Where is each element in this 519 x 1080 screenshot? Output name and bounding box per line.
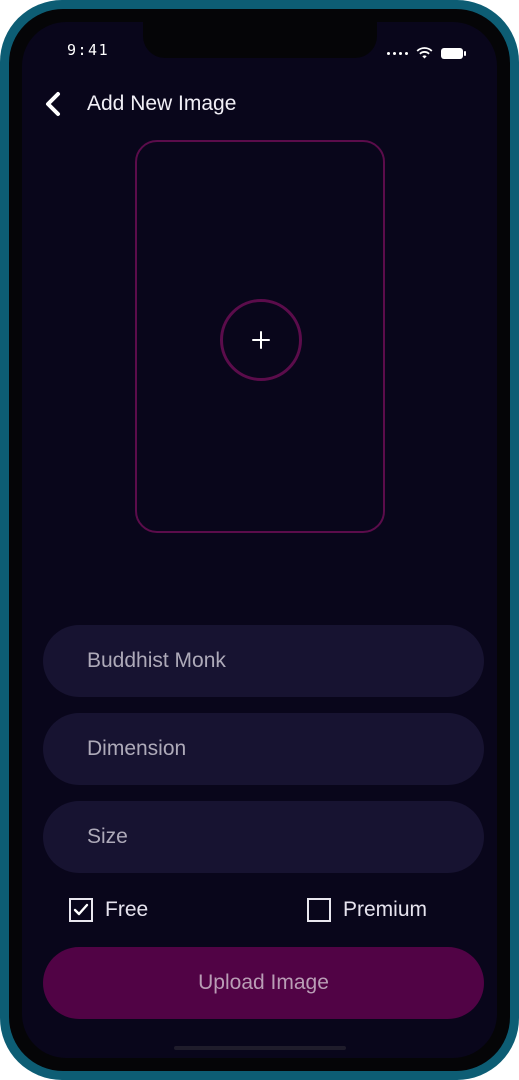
- image-picker-area[interactable]: [135, 140, 385, 533]
- size-field[interactable]: [43, 801, 484, 873]
- page-title: Add New Image: [87, 92, 237, 115]
- chevron-left-icon: [46, 92, 60, 116]
- signal-icon: [387, 52, 408, 55]
- plus-icon: [252, 331, 270, 349]
- free-option[interactable]: Free: [69, 898, 148, 922]
- add-image-button[interactable]: [220, 299, 302, 381]
- free-checkbox[interactable]: [69, 898, 93, 922]
- free-label: Free: [105, 898, 149, 921]
- status-time: 9:41: [67, 41, 110, 59]
- app-screen: 9:41 Add New Image Buddhist Monk Dimensi…: [22, 22, 497, 1058]
- home-indicator: [174, 1046, 346, 1050]
- premium-label: Premium: [343, 898, 428, 921]
- premium-option[interactable]: Premium: [307, 898, 427, 922]
- checkmark-icon: [73, 903, 89, 916]
- status-icons: [387, 44, 466, 63]
- image-name-field[interactable]: [43, 625, 484, 697]
- dimension-field[interactable]: [43, 713, 484, 785]
- back-button[interactable]: [40, 90, 66, 118]
- wifi-icon: [416, 44, 433, 63]
- battery-icon: [441, 48, 466, 59]
- premium-checkbox[interactable]: [307, 898, 331, 922]
- upload-image-button[interactable]: Upload Image: [43, 947, 484, 1019]
- notch: [143, 22, 377, 58]
